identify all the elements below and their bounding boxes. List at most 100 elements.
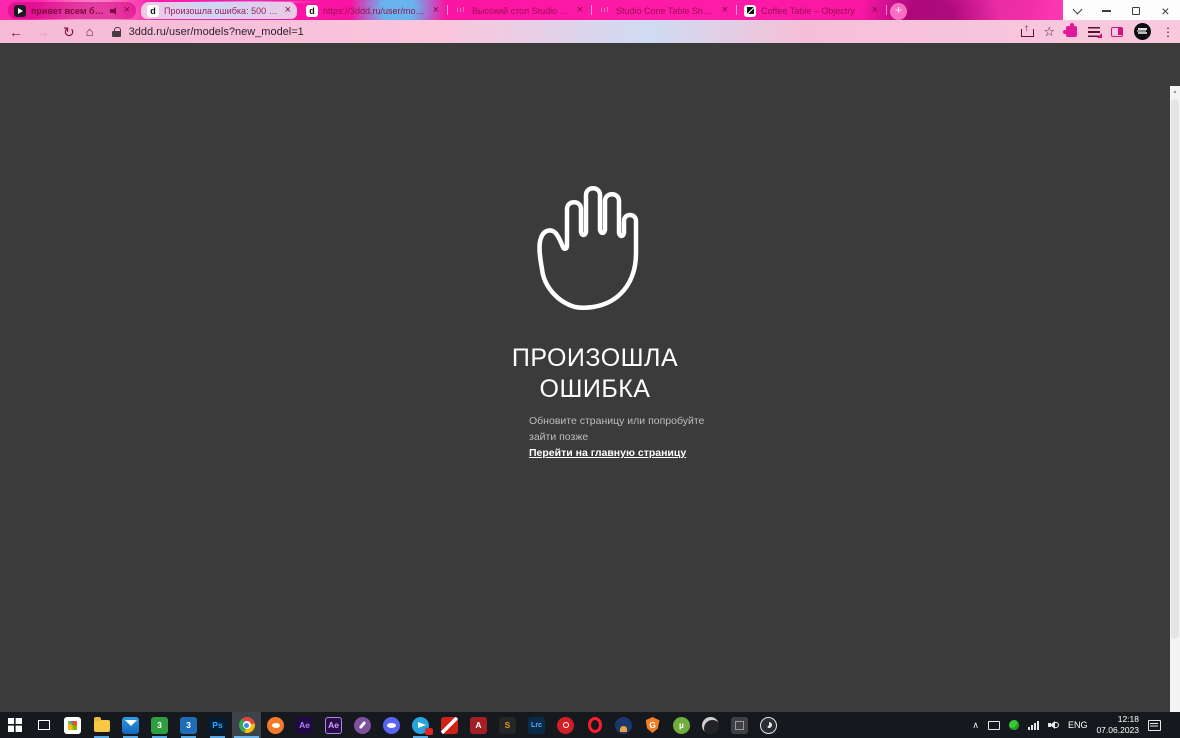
language-indicator[interactable]: ENG: [1068, 720, 1088, 730]
minimize-button[interactable]: [1096, 2, 1118, 20]
taskbar-icon-lightroom[interactable]: Lrc: [522, 712, 551, 738]
red-circle-app-icon: [557, 716, 574, 734]
taskbar-icon-substance[interactable]: S: [493, 712, 522, 738]
opera-icon: [587, 717, 602, 733]
g-shield-icon: G: [645, 717, 660, 733]
taskbar-icon-3ds-max[interactable]: 3: [145, 712, 174, 738]
clock[interactable]: 12:18 07.06.2023: [1096, 714, 1139, 735]
tab-title: Произошла ошибка: 500 Intern: [164, 5, 280, 16]
start-button[interactable]: [0, 712, 29, 738]
tab-title: Coffee Table – Objectry: [761, 5, 855, 16]
close-button[interactable]: ×: [1154, 2, 1176, 20]
bookmark-star-icon[interactable]: ☆: [1043, 25, 1055, 38]
3ds-max-icon: 3: [151, 716, 168, 734]
lightroom-icon: Lrc: [528, 716, 545, 734]
tab-close-icon[interactable]: ×: [577, 5, 583, 16]
reload-button[interactable]: ↻: [63, 25, 75, 39]
scrollbar-thumb[interactable]: [1171, 99, 1179, 639]
tray-green-status-icon[interactable]: [1008, 720, 1019, 730]
tab-audio-icon[interactable]: [109, 6, 119, 15]
taskbar-icon-sketchup[interactable]: [435, 712, 464, 738]
taskbar-icon-mail[interactable]: [116, 712, 145, 738]
tab-close-icon[interactable]: ×: [124, 5, 130, 16]
tab-title: https://3ddd.ru/user/models: [323, 5, 428, 16]
address-bar[interactable]: 3ddd.ru/user/models?new_model=1: [129, 26, 304, 38]
tab-3ddd-models[interactable]: d https://3ddd.ru/user/models ×: [300, 2, 445, 19]
action-center-icon[interactable]: [1148, 719, 1161, 731]
marmoset-icon: [702, 716, 719, 734]
tab-error-page-active[interactable]: d Произошла ошибка: 500 Intern ×: [141, 2, 297, 19]
tab-close-icon[interactable]: ×: [285, 5, 291, 16]
taskbar-icon-navy-app[interactable]: [609, 712, 638, 738]
tab-close-icon[interactable]: ×: [722, 5, 728, 16]
menu-kebab-icon[interactable]: ⋮: [1162, 26, 1174, 38]
generic-favicon: [455, 5, 467, 17]
clock-time: 12:18: [1117, 714, 1139, 725]
hand-icon: [537, 186, 639, 310]
home-button[interactable]: ⌂: [86, 25, 94, 38]
scrollbar[interactable]: ▲ ▼: [1170, 86, 1180, 738]
tab-search-button[interactable]: [1067, 2, 1089, 20]
system-tray: ∧ ENG 12:18 07.06.2023: [972, 712, 1180, 738]
taskbar-icon-file-explorer[interactable]: [87, 712, 116, 738]
tab-separator: [736, 5, 737, 15]
taskbar-icon-discord[interactable]: [377, 712, 406, 738]
volume-icon[interactable]: [1047, 720, 1059, 730]
back-button[interactable]: ←: [9, 25, 23, 39]
viber-icon: [354, 716, 371, 734]
taskbar-icon-viber[interactable]: [348, 712, 377, 738]
notification-badge: [425, 728, 433, 735]
tab-studio-cone-high[interactable]: Высокий стол Studio Cone - чер ×: [449, 2, 589, 19]
tab-objectry[interactable]: Coffee Table – Objectry ×: [738, 2, 884, 19]
profile-avatar[interactable]: [1134, 23, 1151, 40]
side-panel-icon[interactable]: [1111, 26, 1123, 37]
taskbar-icon-marmoset[interactable]: [696, 712, 725, 738]
tray-device-icon[interactable]: [987, 720, 1000, 730]
maximize-icon: [1132, 7, 1141, 15]
tab-studio-cone-short[interactable]: Studio Cone Table Short - Black ×: [593, 2, 734, 19]
substance-icon: S: [499, 716, 516, 734]
taskbar-icon-3ds-max-alt[interactable]: 3: [174, 712, 203, 738]
taskbar-icon-photoshop[interactable]: Ps: [203, 712, 232, 738]
tab-separator: [591, 5, 592, 15]
tab-close-icon[interactable]: ×: [872, 5, 878, 16]
share-button[interactable]: [1021, 23, 1035, 37]
taskbar-icon-red-app[interactable]: [551, 712, 580, 738]
new-tab-button[interactable]: +: [890, 3, 907, 20]
error-title-line1: ПРОИЗОШЛА: [511, 344, 679, 372]
tab-youtube[interactable]: привет всем бывшим мони ×: [8, 2, 136, 19]
taskbar-icon-dark-app[interactable]: [725, 712, 754, 738]
taskbar-icon-g-shield[interactable]: G: [638, 712, 667, 738]
scroll-up-arrow[interactable]: ▲: [1170, 86, 1180, 98]
browser-toolbar: ← → ↻ ⌂ 3ddd.ru/user/models?new_model=1 …: [0, 20, 1180, 43]
go-home-link[interactable]: Перейти на главную страницу: [529, 447, 686, 459]
taskbar-icon-utorrent[interactable]: µ: [667, 712, 696, 738]
minimize-icon: [1102, 10, 1112, 12]
tab-close-icon[interactable]: ×: [433, 5, 439, 16]
error-title-line2: ОШИБКА: [539, 374, 651, 403]
generic-favicon: [599, 5, 611, 17]
maximize-button[interactable]: [1125, 2, 1147, 20]
forward-button[interactable]: →: [36, 25, 50, 39]
taskbar-icon-after-effects[interactable]: Ae: [290, 712, 319, 738]
taskbar-icon-blender[interactable]: [261, 712, 290, 738]
tab-separator: [447, 5, 448, 15]
extensions-icon[interactable]: [1063, 23, 1077, 37]
network-signal-icon[interactable]: [1027, 720, 1039, 730]
tray-expand-chevron-icon[interactable]: ∧: [972, 720, 979, 731]
taskbar-icon-obs[interactable]: [754, 712, 783, 738]
task-view-icon: [37, 720, 50, 730]
lock-icon[interactable]: [111, 26, 121, 37]
taskbar-icon-autocad[interactable]: A: [464, 712, 493, 738]
taskbar-icon-chrome[interactable]: [232, 712, 261, 738]
error-title: ПРОИЗОШЛА ОШИБКА: [460, 343, 730, 404]
taskbar-icon-opera[interactable]: [580, 712, 609, 738]
task-view-button[interactable]: [29, 712, 58, 738]
taskbar-icon-microsoft-store[interactable]: [58, 712, 87, 738]
3ddd-favicon: d: [306, 4, 318, 17]
utorrent-icon: µ: [673, 716, 690, 734]
reading-list-icon[interactable]: [1088, 26, 1102, 38]
taskbar-icon-after-effects-alt[interactable]: Ae: [319, 712, 348, 738]
microsoft-store-icon: [64, 716, 81, 734]
taskbar-icon-telegram[interactable]: [406, 712, 435, 738]
